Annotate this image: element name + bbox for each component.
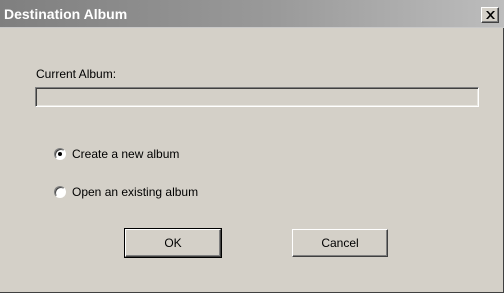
cancel-button[interactable]: Cancel [292, 229, 388, 257]
close-icon [486, 11, 495, 19]
window-title: Destination Album [4, 6, 128, 22]
current-album-field [35, 87, 479, 107]
current-album-label: Current Album: [36, 67, 117, 81]
title-bar[interactable]: Destination Album [0, 0, 504, 28]
create-new-album-option[interactable]: Create a new album [54, 146, 179, 162]
create-new-album-label: Create a new album [72, 147, 180, 161]
create-new-album-radio[interactable] [54, 148, 66, 160]
ok-button[interactable]: OK [124, 228, 222, 258]
radio-selected-dot [58, 152, 62, 156]
open-existing-album-label: Open an existing album [72, 185, 199, 199]
open-existing-album-radio[interactable] [54, 186, 66, 198]
close-button[interactable] [481, 7, 499, 23]
open-existing-album-option[interactable]: Open an existing album [54, 184, 198, 200]
destination-album-dialog: Destination Album Current Album: Create … [0, 0, 504, 293]
